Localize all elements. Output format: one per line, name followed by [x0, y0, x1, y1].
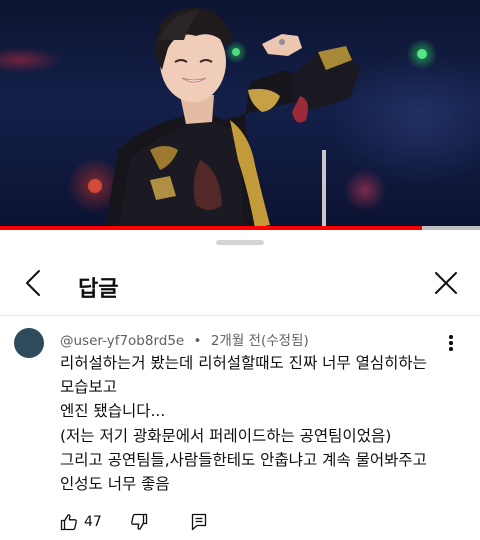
comment-author[interactable]: @user-yf7ob8rd5e	[60, 333, 184, 349]
more-vertical-icon	[444, 335, 458, 351]
comment-line: 인성도 너무 좋음	[60, 475, 170, 494]
thumbs-down-icon	[131, 513, 148, 530]
comment-text: 리허설하는거 봤는데 리허설할때도 진짜 너무 열심히하는 모습보고 엔진 됐습…	[60, 351, 460, 496]
like-button[interactable]	[60, 513, 78, 531]
thumbs-up-icon	[60, 514, 77, 531]
comment-edited: (수정됨)	[260, 333, 309, 349]
comment-line: 모습보고	[60, 378, 118, 397]
comment-time: 2개월 전	[210, 333, 261, 349]
mic-stand	[322, 150, 326, 230]
sheet-header: 답글	[0, 249, 480, 319]
comment-line: 엔진 됐습니다...	[60, 402, 166, 421]
reply-button[interactable]	[191, 513, 207, 531]
back-button[interactable]	[18, 267, 50, 299]
close-button[interactable]	[430, 267, 462, 299]
comment-line: (저는 저기 광화문에서 퍼레이드하는 공연팀이었음)	[60, 426, 392, 445]
drag-handle[interactable]	[216, 240, 264, 245]
close-icon	[435, 272, 457, 294]
replies-sheet: 답글 @user-yf7ob8rd5e • 2개월 전(수정됨) 리허설하는거 …	[0, 231, 480, 540]
like-count: 47	[84, 514, 102, 530]
comment-meta: @user-yf7ob8rd5e • 2개월 전(수정됨)	[60, 329, 309, 349]
dislike-button[interactable]	[130, 513, 148, 531]
comment-actions: 47	[0, 511, 480, 540]
reply-icon	[191, 513, 207, 531]
chevron-left-icon	[26, 270, 40, 296]
meta-separator: •	[193, 333, 202, 349]
header-divider	[0, 315, 480, 316]
comment-line: 리허설하는거 봤는데 리허설할때도 진짜 너무 열심히하는	[60, 354, 427, 372]
avatar[interactable]	[14, 328, 44, 358]
comment-line: 그리고 공연팀들,사람들한테도 안춥냐고 계속 물어봐주고	[60, 450, 427, 469]
video-player[interactable]	[0, 0, 480, 230]
video-progress-bar[interactable]	[0, 226, 480, 230]
performer-image	[88, 7, 427, 230]
sheet-title: 답글	[78, 277, 119, 302]
video-progress-fill	[0, 226, 423, 230]
